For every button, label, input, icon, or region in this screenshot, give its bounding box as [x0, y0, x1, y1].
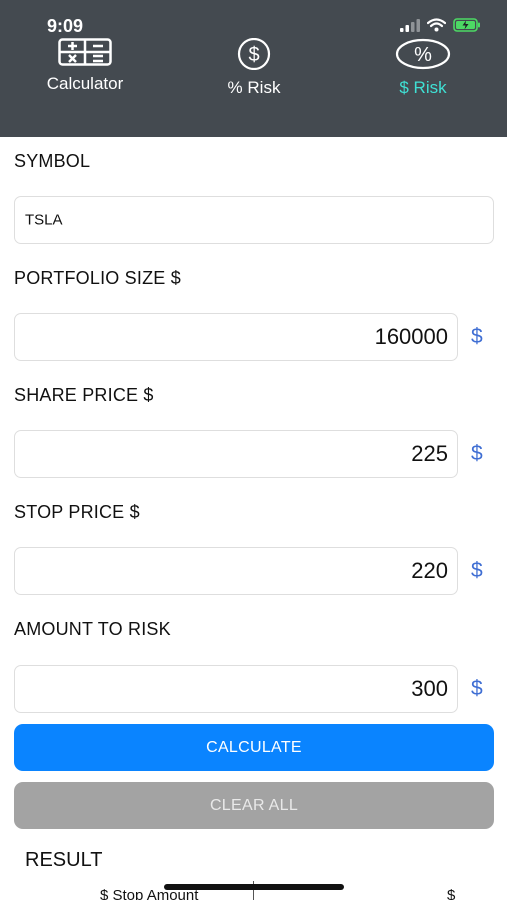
result-heading: RESULT: [25, 849, 103, 871]
portfolio-size-label: PORTFOLIO SIZE $: [14, 268, 181, 288]
amount-to-risk-label: AMOUNT TO RISK: [14, 619, 171, 639]
tab-label-percent-risk: % Risk: [227, 78, 281, 97]
share-price-dollar-icon: $: [471, 442, 483, 465]
portfolio-size-dollar-icon: $: [471, 325, 483, 348]
result-col-shares: $ Shares: [447, 887, 456, 900]
portfolio-size-input[interactable]: 160000: [14, 313, 458, 361]
svg-text:$: $: [248, 44, 259, 66]
status-icons: [400, 18, 481, 32]
amount-to-risk-value: 300: [411, 676, 448, 701]
status-time: 9:09: [47, 16, 84, 36]
symbol-label: SYMBOL: [14, 151, 91, 171]
home-indicator: [164, 884, 344, 890]
stop-price-dollar-icon: $: [471, 559, 483, 582]
stop-price-input[interactable]: 220: [14, 547, 458, 595]
calculate-button[interactable]: CALCULATE: [14, 724, 494, 771]
calculator-icon: [58, 38, 112, 66]
share-price-input[interactable]: 225: [14, 430, 458, 478]
wifi-icon: [427, 18, 446, 32]
amount-to-risk-input[interactable]: 300: [14, 665, 458, 713]
top-header: 9:09 Calculator $ % Risk % $ Risk: [0, 0, 507, 137]
tab-label-dollar-risk: $ Risk: [399, 78, 447, 97]
svg-text:%: %: [414, 44, 432, 66]
tab-calculator[interactable]: Calculator: [30, 38, 140, 94]
tab-percent-risk[interactable]: $ % Risk: [199, 38, 309, 98]
share-price-label: SHARE PRICE $: [14, 385, 154, 405]
stop-price-label: STOP PRICE $: [14, 502, 140, 522]
signal-icon: [400, 18, 420, 32]
symbol-value: TSLA: [25, 211, 63, 229]
amount-to-risk-dollar-icon: $: [471, 677, 483, 700]
share-price-value: 225: [411, 441, 448, 466]
percent-ellipse-icon: %: [395, 38, 451, 70]
tab-dollar-risk[interactable]: % $ Risk: [368, 38, 478, 98]
clear-all-button[interactable]: CLEAR ALL: [14, 782, 494, 829]
portfolio-size-value: 160000: [374, 324, 448, 349]
symbol-input[interactable]: TSLA: [14, 196, 494, 244]
dollar-circle-icon: $: [237, 38, 271, 70]
battery-charging-icon: [453, 18, 480, 32]
tab-label-calculator: Calculator: [46, 74, 124, 93]
stop-price-value: 220: [411, 558, 448, 583]
